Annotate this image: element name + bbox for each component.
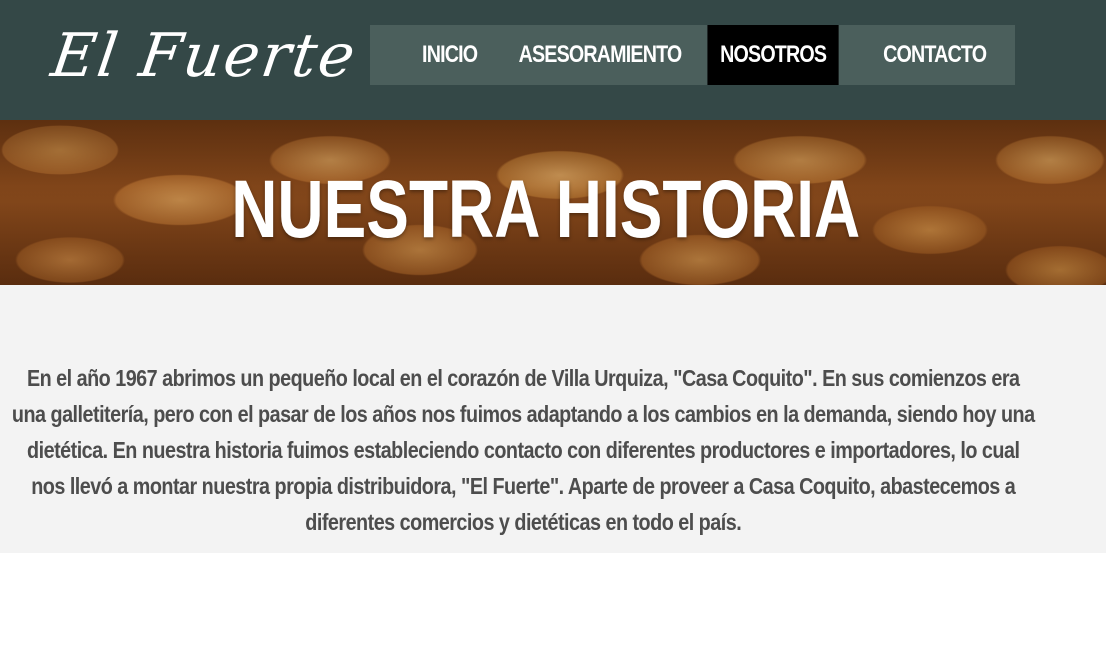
main-nav: INICIO ASESORAMIENTO NOSOTROS CONTACTO [370, 25, 1015, 85]
nav-item-label: CONTACTO [882, 41, 987, 68]
site-header: El Fuerte INICIO ASESORAMIENTO NOSOTROS … [0, 0, 1106, 120]
nav-item-asesoramiento[interactable]: ASESORAMIENTO [519, 25, 683, 85]
page-title: NUESTRA HISTORIA [231, 164, 861, 255]
nav-item-label: NOSOTROS [720, 41, 827, 68]
nav-item-inicio[interactable]: INICIO [384, 25, 515, 85]
site-logo[interactable]: El Fuerte [46, 16, 361, 96]
history-paragraph: En el año 1967 abrimos un pequeño local … [11, 365, 1035, 535]
hero-banner: NUESTRA HISTORIA [0, 120, 1106, 285]
nav-item-label: INICIO [422, 41, 478, 68]
nav-item-contacto[interactable]: CONTACTO [868, 25, 1000, 85]
nav-item-label: ASESORAMIENTO [518, 41, 683, 68]
nav-item-nosotros[interactable]: NOSOTROS [707, 25, 840, 85]
history-section: En el año 1967 abrimos un pequeño local … [0, 285, 1106, 553]
